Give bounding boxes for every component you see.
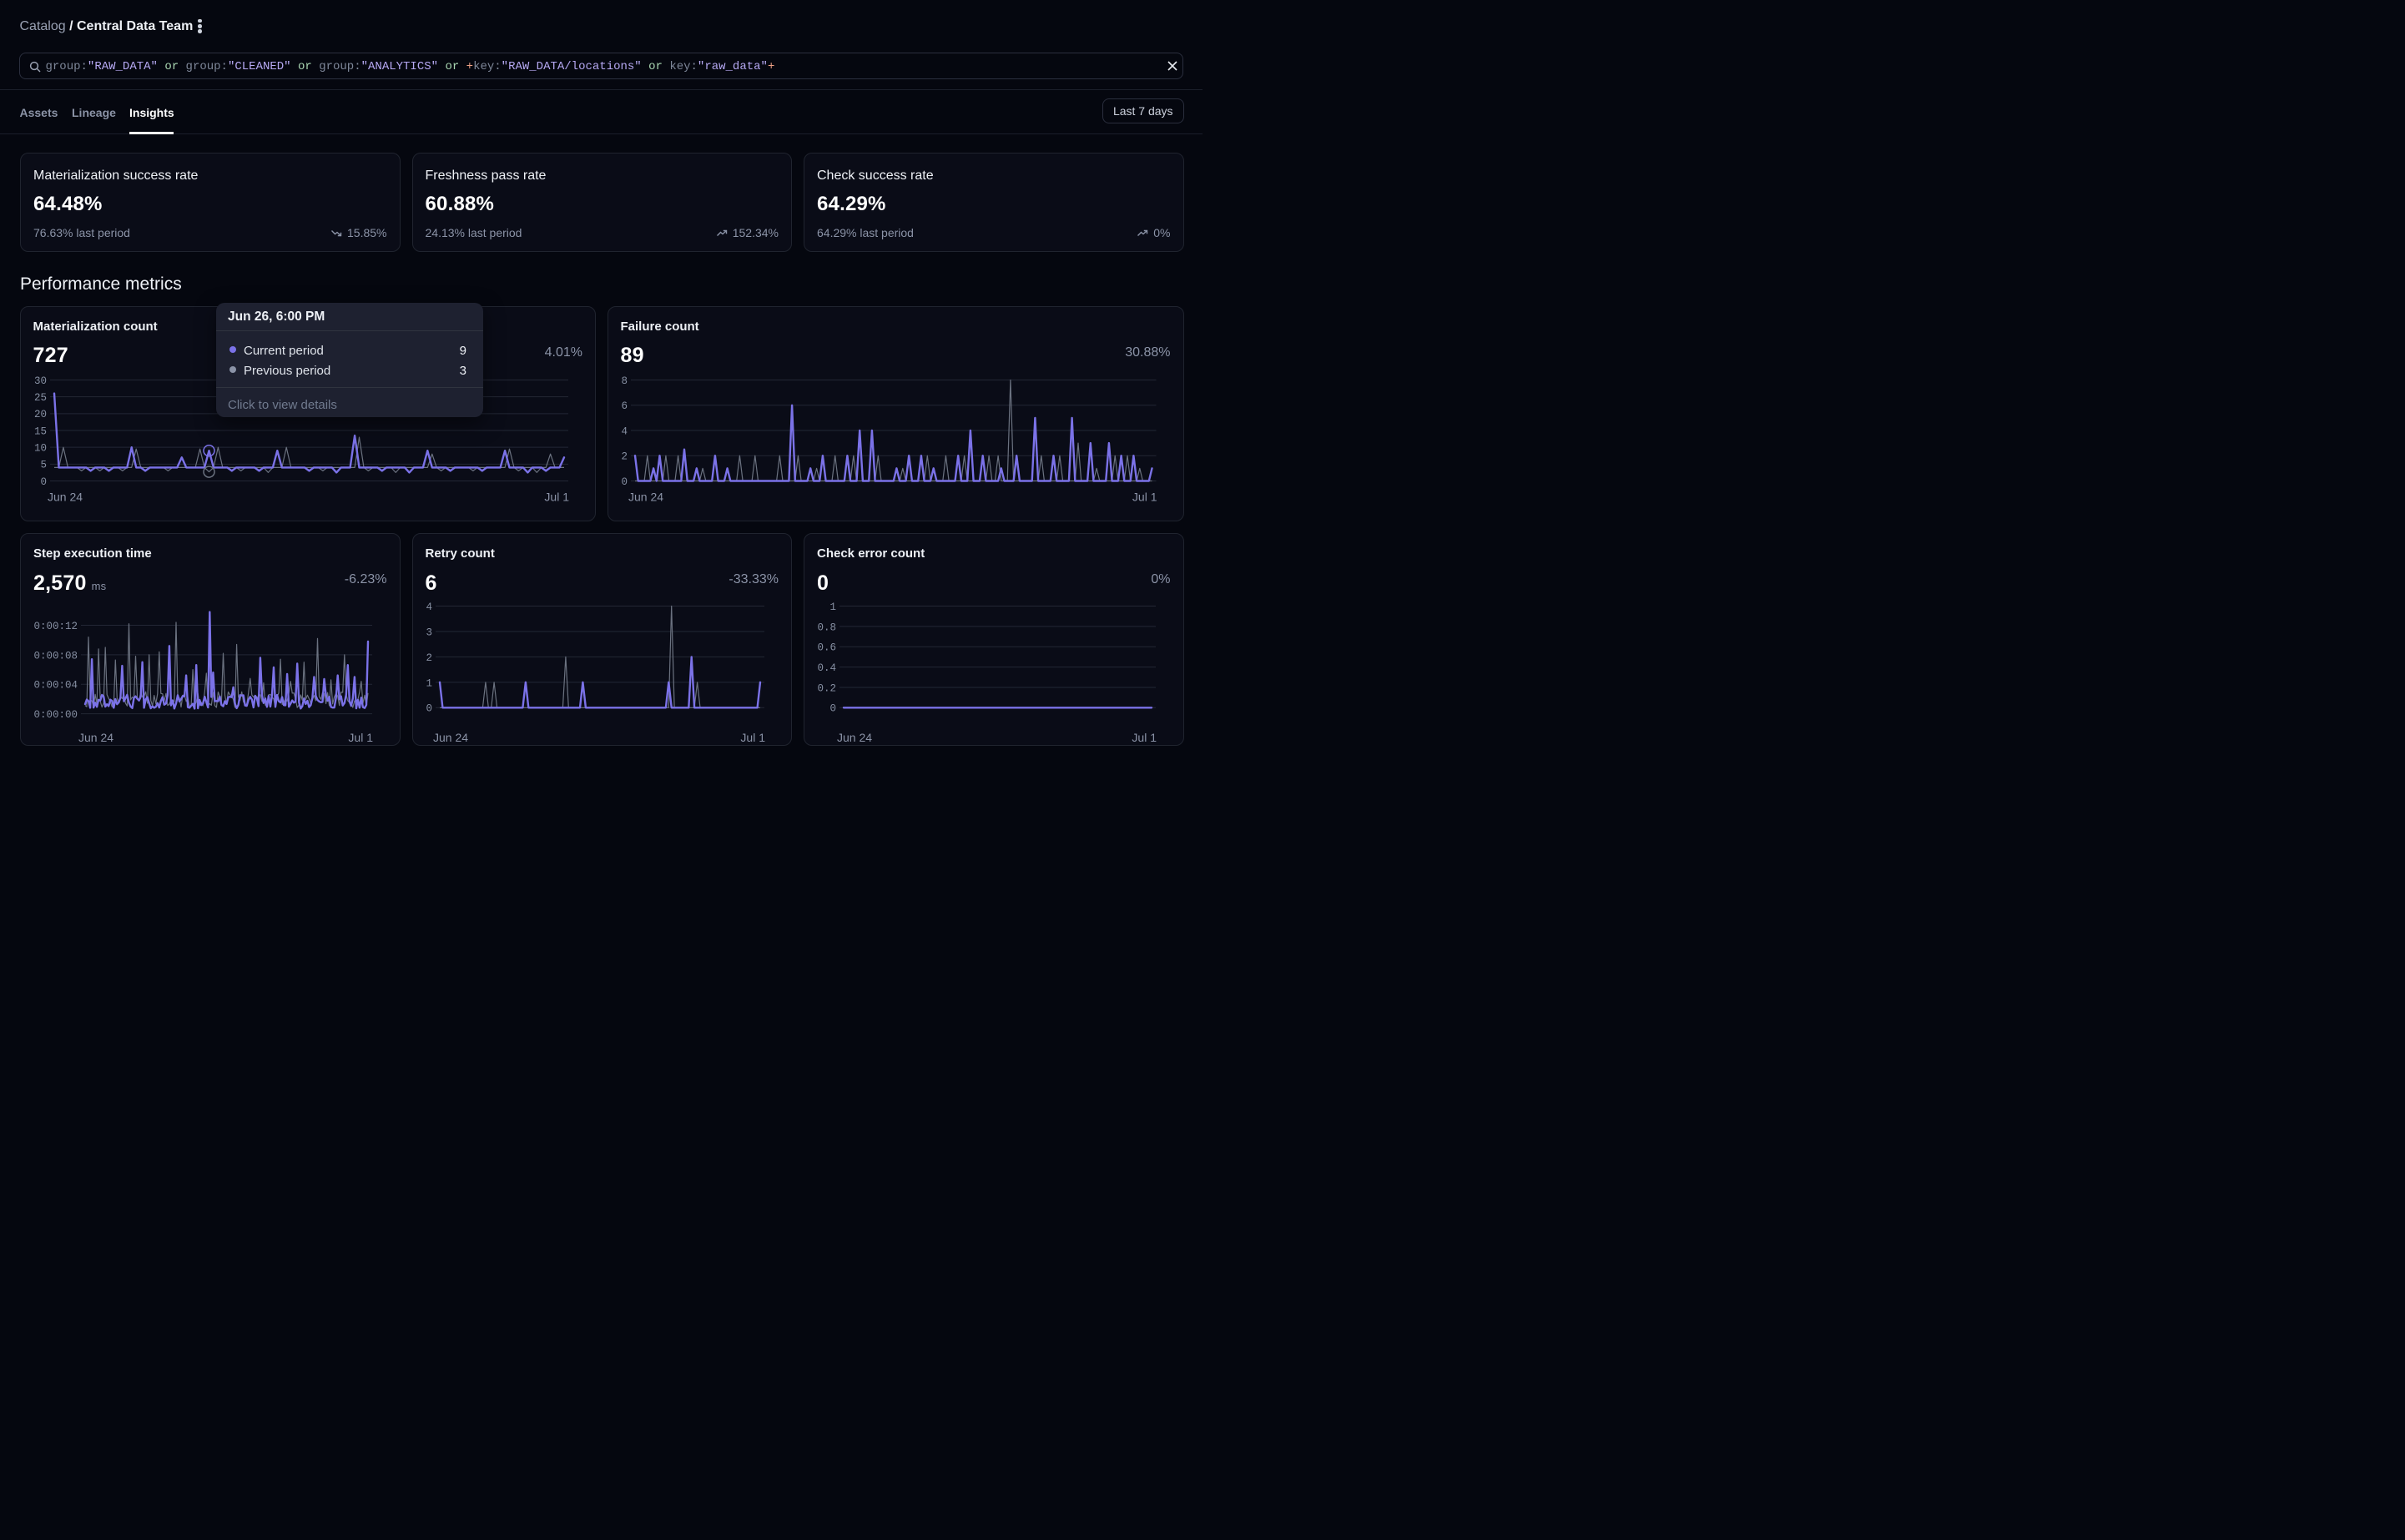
svg-text:1: 1 <box>426 677 432 689</box>
svg-text:15: 15 <box>33 425 46 437</box>
svg-text:Jun 24: Jun 24 <box>628 490 663 503</box>
svg-text:0: 0 <box>621 476 628 487</box>
svg-text:0: 0 <box>829 703 836 715</box>
svg-text:0.6: 0.6 <box>817 642 836 654</box>
svg-text:Jun 24: Jun 24 <box>837 731 872 744</box>
svg-text:4: 4 <box>426 601 432 613</box>
svg-text:0: 0 <box>40 476 47 487</box>
svg-text:5: 5 <box>40 459 47 471</box>
svg-text:Jul 1: Jul 1 <box>740 731 765 744</box>
svg-text:0:00:04: 0:00:04 <box>33 680 78 692</box>
svg-text:20: 20 <box>33 409 46 420</box>
svg-text:0: 0 <box>426 703 432 715</box>
svg-text:10: 10 <box>33 442 46 454</box>
svg-text:6: 6 <box>621 400 628 412</box>
svg-text:1: 1 <box>829 601 836 613</box>
svg-text:4: 4 <box>621 425 628 437</box>
svg-text:0.8: 0.8 <box>817 622 836 633</box>
svg-text:Jun 24: Jun 24 <box>433 731 468 744</box>
svg-text:0:00:12: 0:00:12 <box>33 621 78 632</box>
svg-text:2: 2 <box>621 450 628 462</box>
svg-text:25: 25 <box>33 392 46 404</box>
svg-text:0.4: 0.4 <box>817 662 836 674</box>
svg-text:Jul 1: Jul 1 <box>1132 490 1157 503</box>
svg-text:Jul 1: Jul 1 <box>1132 731 1157 744</box>
svg-text:Jun 24: Jun 24 <box>78 731 113 744</box>
svg-text:0:00:00: 0:00:00 <box>33 709 78 721</box>
svg-text:30: 30 <box>33 375 46 386</box>
svg-text:Jun 24: Jun 24 <box>48 490 83 503</box>
svg-text:Jul 1: Jul 1 <box>544 490 569 503</box>
svg-text:0:00:08: 0:00:08 <box>33 650 78 662</box>
svg-text:Jul 1: Jul 1 <box>348 731 373 744</box>
svg-text:8: 8 <box>621 375 628 386</box>
svg-text:0.2: 0.2 <box>817 682 836 694</box>
svg-text:3: 3 <box>426 627 432 638</box>
svg-text:2: 2 <box>426 652 432 664</box>
